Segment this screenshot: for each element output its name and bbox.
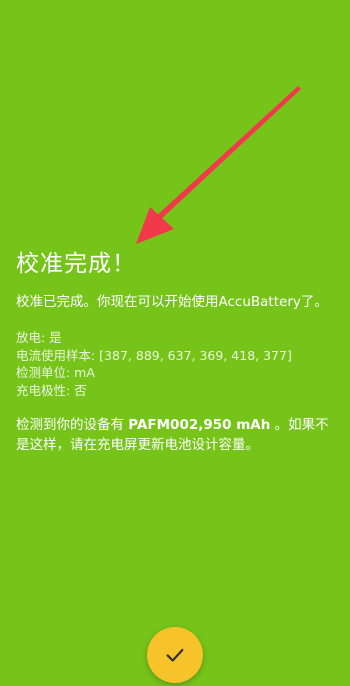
current-samples: 电流使用样本: [387, 889, 637, 369, 418, 377] (16, 347, 292, 363)
capacity-message: 检测到你的设备有 PAFM002,950 mAh 。如果不是这样，请在充电屏更新… (16, 415, 336, 455)
calibration-details: 放电: 是 电流使用样本: [387, 889, 637, 369, 418, … (16, 329, 341, 399)
capacity-prefix: 检测到你的设备有 (16, 417, 129, 433)
confirm-button[interactable] (147, 627, 203, 683)
red-arrow-annotation (136, 86, 301, 244)
charge-polarity: 充电极性: 否 (16, 382, 87, 398)
discharge-value: 放电: 是 (16, 330, 62, 345)
detected-unit: 检测单位: mA (16, 365, 95, 380)
page-title: 校准完成！ (16, 251, 136, 277)
intro-text: 校准已完成。你现在可以开始使用AccuBattery了。 (16, 294, 328, 310)
calibration-complete-screen: 校准完成！ 校准已完成。你现在可以开始使用AccuBattery了。 放电: 是… (0, 0, 350, 686)
capacity-value: PAFM002,950 mAh (128, 417, 271, 433)
check-icon (166, 648, 184, 662)
